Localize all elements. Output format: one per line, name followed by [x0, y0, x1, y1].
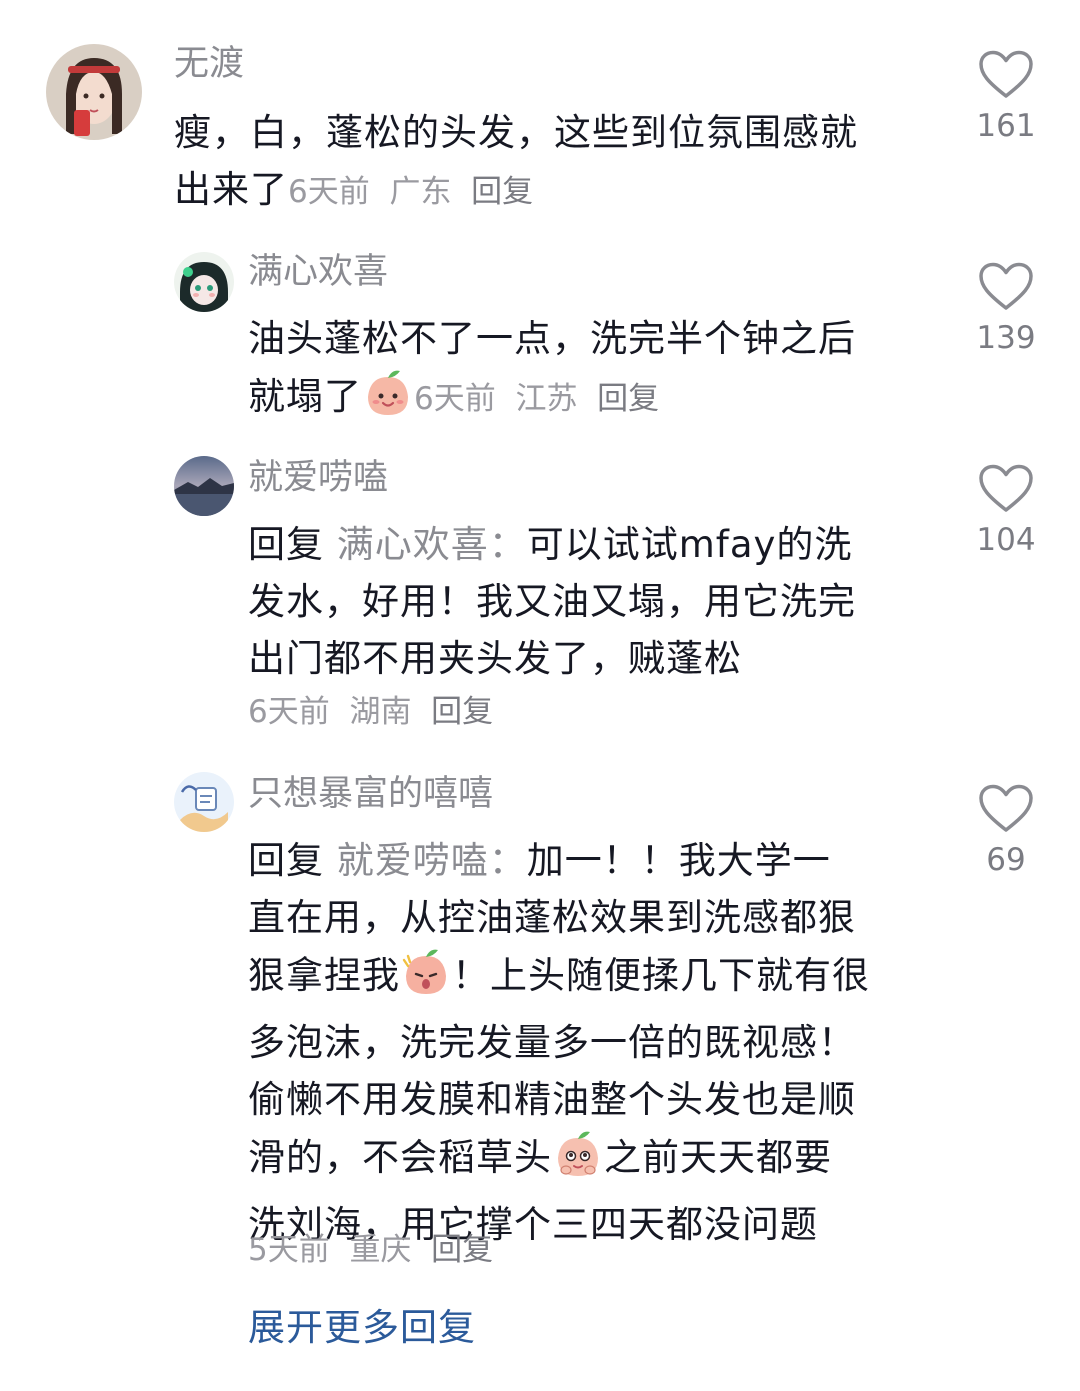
comment-text-line: 直在用，从控油蓬松效果到洗感都狠 [248, 896, 856, 939]
reply-target-name[interactable]: 就爱唠嗑： [337, 839, 527, 882]
comment-text-line: 加一！！我大学一 [526, 839, 831, 882]
heart-icon [979, 464, 1033, 512]
comment-text-line: 狠拿捏我 [248, 954, 400, 997]
like-count: 104 [976, 522, 1036, 558]
comment-text-line: 出来了 [174, 168, 288, 211]
comment-text: 瘦，白，蓬松的头发，这些到位氛围感就 出来了6天前 广东 回复 [174, 104, 924, 221]
comment-text-line: 瘦，白，蓬松的头发，这些到位氛围感就 [174, 111, 858, 154]
comment-text-line: 之前天天都要 [604, 1136, 832, 1179]
reply-button[interactable]: 回复 [597, 381, 659, 417]
comment-time: 5天前 [248, 1232, 330, 1268]
comment-author[interactable]: 就爱唠嗑 [248, 456, 388, 500]
expand-more-replies-link[interactable]: 展开更多回复 [248, 1304, 476, 1352]
comment-author[interactable]: 无渡 [174, 42, 244, 86]
comment-text-line: 多泡沫，洗完发量多一倍的既视感！ [248, 1021, 856, 1064]
comment-region: 江苏 [515, 381, 578, 417]
comment-text-line: 油头蓬松不了一点，洗完半个钟之后 [248, 317, 856, 360]
like-button[interactable]: 69 [966, 784, 1046, 880]
heart-icon [979, 784, 1033, 832]
avatar[interactable] [174, 456, 234, 516]
reply-prefix: 回复 [248, 523, 324, 566]
reply-target-name[interactable]: 满心欢喜： [337, 523, 527, 566]
heart-icon [979, 50, 1033, 98]
comment-author[interactable]: 只想暴富的嘻嘻 [248, 772, 493, 816]
like-count: 69 [986, 842, 1026, 878]
comment-text-line: 发水，好用！我又油又塌，用它洗完 [248, 580, 856, 623]
comment-meta: 6天前 湖南 回复 [248, 692, 493, 732]
avatar[interactable] [174, 252, 234, 312]
heart-icon [979, 262, 1033, 310]
comment-time: 6天前 [414, 381, 496, 417]
like-count: 161 [976, 108, 1036, 144]
comment-text-line: 偷懒不用发膜和精油整个头发也是顺 [248, 1078, 856, 1121]
comment-text-line: 滑的，不会稻草头 [248, 1136, 552, 1179]
comment-region: 重庆 [349, 1232, 412, 1268]
avatar[interactable] [174, 772, 234, 832]
comment-author[interactable]: 满心欢喜 [248, 250, 388, 294]
reply-button[interactable]: 回复 [431, 694, 493, 730]
comment-text-line: ！上头随便揉几下就有很 [452, 954, 870, 997]
comment-text: 回复 满心欢喜：可以试试mfay的洗 发水，好用！我又油又塌，用它洗完 出门都不… [248, 516, 938, 687]
comment-meta: 5天前 重庆 回复 [248, 1230, 493, 1270]
comment-text: 油头蓬松不了一点，洗完半个钟之后 就塌了 6天前 江苏 回复 [248, 310, 938, 435]
like-button[interactable]: 139 [966, 262, 1046, 358]
like-count: 139 [976, 320, 1036, 356]
comment-region: 广东 [389, 174, 452, 210]
like-button[interactable]: 161 [966, 50, 1046, 146]
comment-text-line: 出门都不用夹头发了，贼蓬松 [248, 637, 742, 680]
avatar[interactable] [46, 44, 142, 140]
comment-text: 回复 就爱唠嗑：加一！！我大学一 直在用，从控油蓬松效果到洗感都狠 狠拿捏我 ！… [248, 832, 938, 1253]
comment-text-line: 就塌了 [248, 375, 362, 418]
comment-text-line: 可以试试mfay的洗 [526, 523, 853, 566]
reply-prefix: 回复 [248, 839, 324, 882]
peach-hopeful-emoji [552, 1128, 604, 1196]
peach-smile-emoji [362, 367, 414, 435]
like-button[interactable]: 104 [966, 464, 1046, 560]
reply-button[interactable]: 回复 [471, 174, 533, 210]
comment-time: 6天前 [248, 694, 330, 730]
comment-time: 6天前 [288, 174, 370, 210]
peach-surprised-emoji [400, 946, 452, 1014]
reply-button[interactable]: 回复 [431, 1232, 493, 1268]
comment-region: 湖南 [349, 694, 412, 730]
